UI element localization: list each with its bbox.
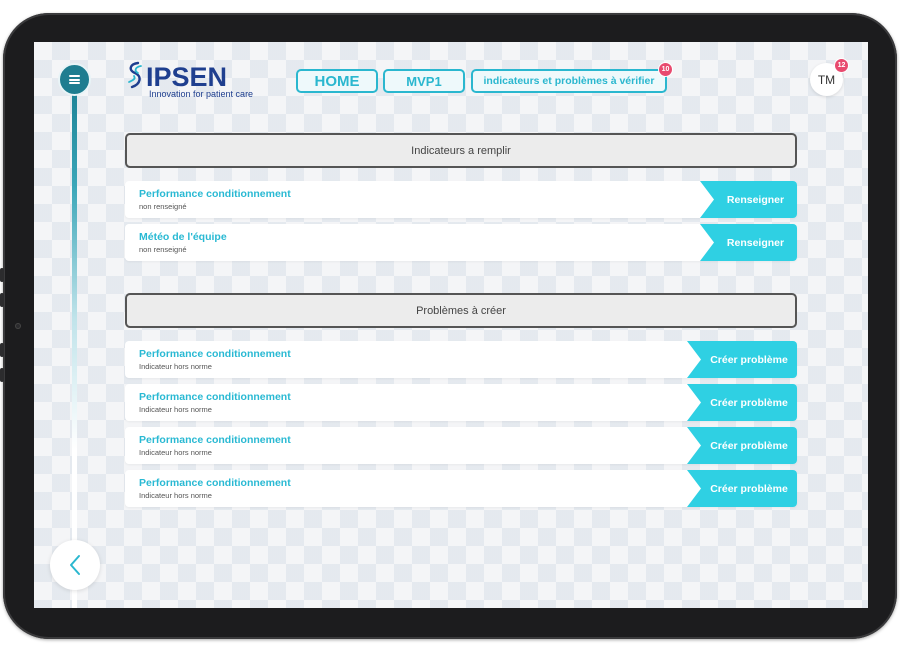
indicator-status: non renseigné bbox=[139, 245, 187, 254]
front-camera bbox=[15, 323, 21, 329]
device-side-button bbox=[0, 343, 4, 357]
problem-title: Performance conditionnement bbox=[139, 477, 291, 489]
device-side-button bbox=[0, 293, 4, 307]
indicators-section-header: Indicateurs a remplir bbox=[125, 133, 797, 168]
list-item: Performance conditionnement Indicateur h… bbox=[125, 470, 797, 507]
menu-button[interactable] bbox=[58, 63, 91, 96]
create-problem-button[interactable]: Créer problème bbox=[687, 384, 797, 421]
problem-status: Indicateur hors norme bbox=[139, 491, 212, 500]
renseigner-button[interactable]: Renseigner bbox=[700, 181, 797, 218]
problem-status: Indicateur hors norme bbox=[139, 448, 212, 457]
list-item: Performance conditionnement Indicateur h… bbox=[125, 341, 797, 378]
create-problem-button[interactable]: Créer problème bbox=[687, 427, 797, 464]
create-problem-button[interactable]: Créer problème bbox=[687, 470, 797, 507]
indicator-status: non renseigné bbox=[139, 202, 187, 211]
renseigner-button[interactable]: Renseigner bbox=[700, 224, 797, 261]
problems-section-header: Problèmes à créer bbox=[125, 293, 797, 328]
problem-title: Performance conditionnement bbox=[139, 348, 291, 360]
back-button[interactable] bbox=[50, 540, 100, 590]
list-item: Performance conditionnement Indicateur h… bbox=[125, 384, 797, 421]
ipsen-logo[interactable]: IPSEN Innovation for patient care bbox=[124, 60, 264, 102]
indicator-title: Performance conditionnement bbox=[139, 188, 291, 200]
problem-status: Indicateur hors norme bbox=[139, 405, 212, 414]
hamburger-icon bbox=[69, 75, 80, 84]
list-item: Performance conditionnement Indicateur h… bbox=[125, 427, 797, 464]
list-item: Performance conditionnement non renseign… bbox=[125, 181, 797, 218]
indicator-title: Météo de l'équipe bbox=[139, 231, 227, 243]
nav-indicators-to-verify-button[interactable]: indicateurs et problèmes à vérifier bbox=[471, 69, 667, 93]
logo-tagline: Innovation for patient care bbox=[149, 89, 254, 99]
list-item: Météo de l'équipe non renseigné Renseign… bbox=[125, 224, 797, 261]
problem-status: Indicateur hors norme bbox=[139, 362, 212, 371]
nav-mvp1-button[interactable]: MVP1 bbox=[383, 69, 465, 93]
logo-wordmark: IPSEN bbox=[146, 62, 228, 92]
app-screen: IPSEN Innovation for patient care HOME M… bbox=[34, 42, 868, 608]
ipsen-logo-mark-icon bbox=[128, 61, 142, 89]
device-side-button bbox=[0, 368, 4, 382]
nav-home-button[interactable]: HOME bbox=[296, 69, 378, 93]
notification-badge: 12 bbox=[834, 58, 849, 73]
create-problem-button[interactable]: Créer problème bbox=[687, 341, 797, 378]
problem-title: Performance conditionnement bbox=[139, 391, 291, 403]
verify-count-badge: 10 bbox=[658, 62, 673, 77]
chevron-left-icon bbox=[70, 555, 80, 575]
problem-title: Performance conditionnement bbox=[139, 434, 291, 446]
device-side-button bbox=[0, 268, 4, 282]
timeline-rail bbox=[72, 80, 77, 608]
